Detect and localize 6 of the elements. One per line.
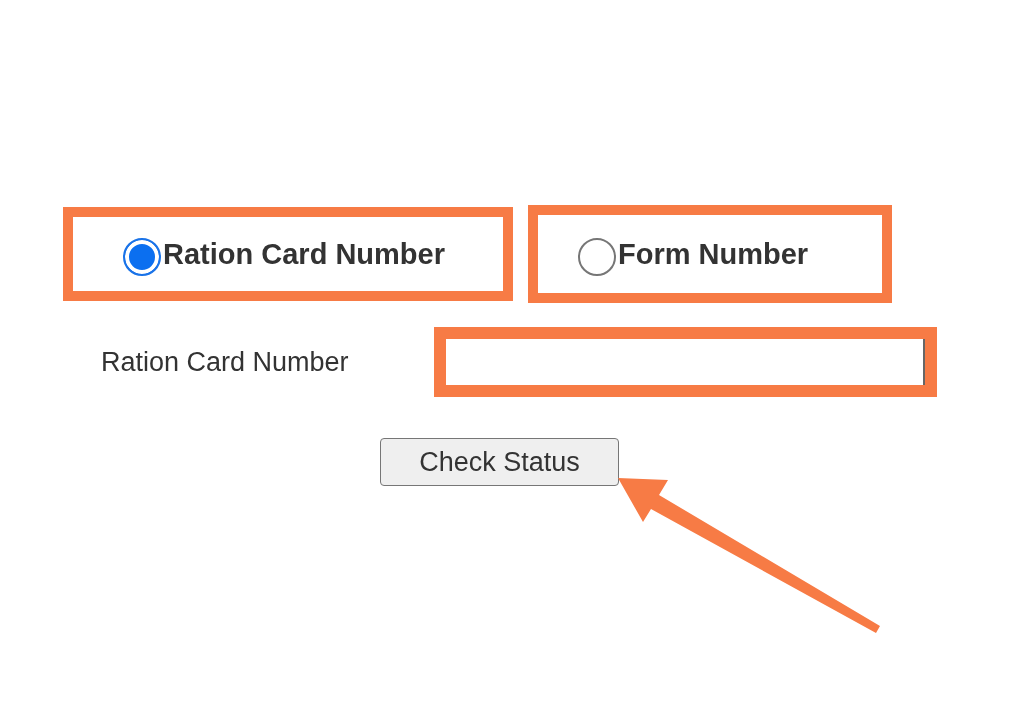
option-label[interactable]: Ration Card Number xyxy=(163,236,445,272)
radio-button[interactable] xyxy=(578,238,616,276)
field-label: Ration Card Number xyxy=(101,346,349,378)
check-status-button[interactable]: Check Status xyxy=(380,438,619,486)
radio-button[interactable] xyxy=(123,238,161,276)
option-label[interactable]: Form Number xyxy=(618,236,809,272)
